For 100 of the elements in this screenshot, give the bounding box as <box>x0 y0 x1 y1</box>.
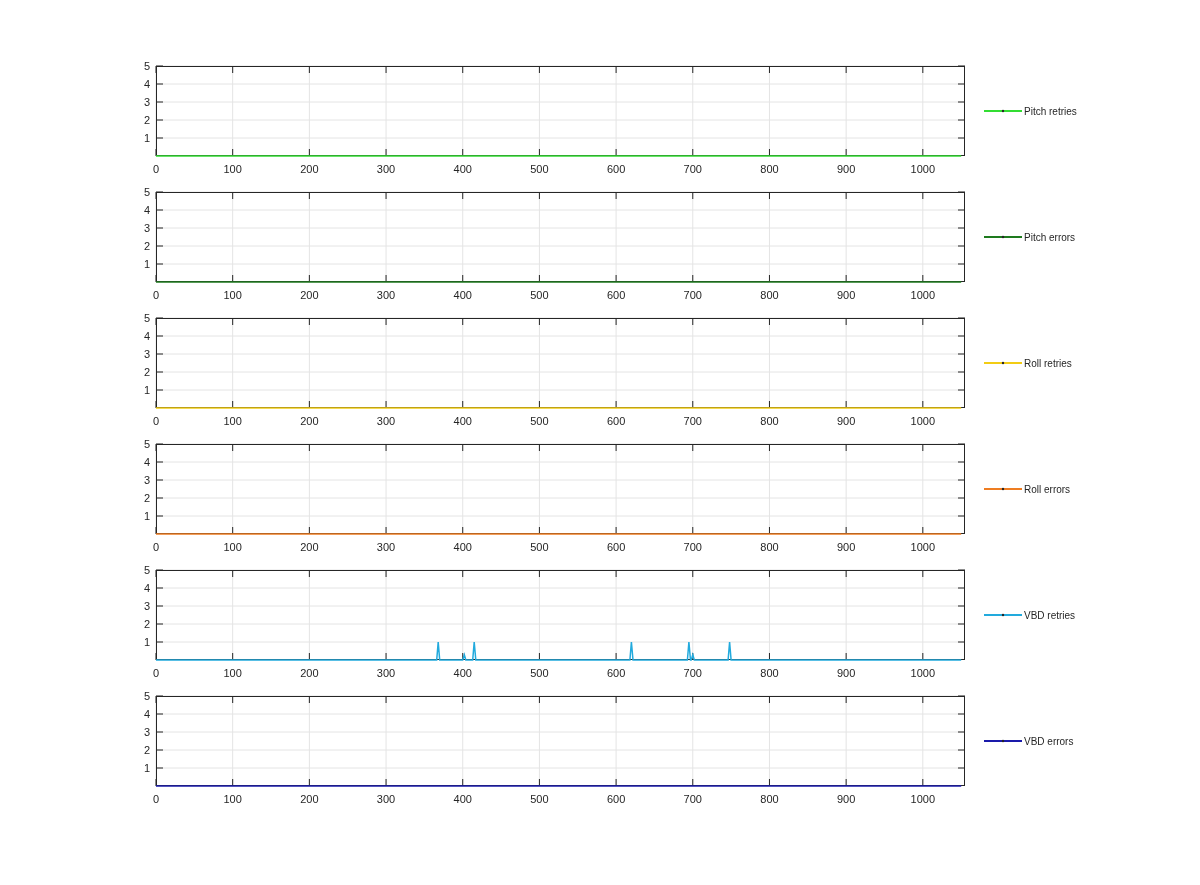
legend-label: Pitch retries <box>1024 106 1077 117</box>
legend-line-icon <box>983 235 1023 239</box>
y-tick-label: 2 <box>143 240 150 252</box>
x-tick-label: 900 <box>836 289 856 301</box>
y-tick-label: 5 <box>143 312 150 324</box>
x-tick-label: 400 <box>453 667 472 679</box>
y-tick-label: 3 <box>143 348 150 360</box>
y-tick-label: 4 <box>143 456 150 468</box>
x-tick-label: 300 <box>376 163 396 175</box>
x-tick-label: 700 <box>683 289 702 301</box>
x-tick-label: 700 <box>683 541 702 553</box>
x-tick-label: 800 <box>760 541 779 553</box>
x-tick-label: 500 <box>530 289 549 301</box>
x-tick-label: 100 <box>223 163 242 175</box>
y-tick-label: 2 <box>143 744 150 756</box>
x-tick-label: 300 <box>376 289 396 301</box>
x-tick-label: 100 <box>223 667 242 679</box>
x-tick-label: 600 <box>606 541 626 553</box>
x-tick-label: 1000 <box>910 793 936 805</box>
y-tick-label: 1 <box>143 762 150 774</box>
x-tick-label: 900 <box>836 415 856 427</box>
y-tick-label: 1 <box>143 258 150 270</box>
y-tick-label: 5 <box>143 690 150 702</box>
x-tick-label: 600 <box>606 793 626 805</box>
x-tick-label: 900 <box>836 541 856 553</box>
x-tick-label: 300 <box>376 793 396 805</box>
x-tick-label: 300 <box>376 667 396 679</box>
x-tick-label: 700 <box>683 415 702 427</box>
x-tick-label: 700 <box>683 163 702 175</box>
x-tick-label: 100 <box>223 541 242 553</box>
legend-line-icon <box>983 739 1023 743</box>
x-tick-label: 200 <box>300 793 319 805</box>
y-tick-label: 4 <box>143 582 150 594</box>
y-tick-label: 3 <box>143 96 150 108</box>
y-tick-label: 4 <box>143 708 150 720</box>
x-tick-label: 100 <box>223 793 242 805</box>
y-tick-label: 2 <box>143 366 150 378</box>
legend-line-icon <box>983 613 1023 617</box>
legend-label: VBD errors <box>1024 736 1074 747</box>
y-tick-label: 5 <box>143 438 150 450</box>
legend-label: VBD retries <box>1024 610 1076 621</box>
y-tick-label: 4 <box>143 330 150 342</box>
x-tick-label: 1000 <box>910 163 936 175</box>
x-tick-label: 200 <box>300 163 319 175</box>
legend-label: Pitch errors <box>1024 232 1076 243</box>
y-tick-label: 5 <box>143 60 150 72</box>
y-tick-label: 1 <box>143 510 150 522</box>
x-tick-label: 0 <box>152 163 160 175</box>
x-tick-label: 800 <box>760 163 779 175</box>
x-tick-label: 1000 <box>910 541 936 553</box>
x-tick-label: 200 <box>300 667 319 679</box>
x-tick-label: 800 <box>760 667 779 679</box>
y-tick-label: 4 <box>143 204 150 216</box>
x-tick-label: 900 <box>836 793 856 805</box>
legend-line-icon <box>983 109 1023 113</box>
x-tick-label: 100 <box>223 415 242 427</box>
x-tick-label: 500 <box>530 541 549 553</box>
x-tick-label: 0 <box>152 541 160 553</box>
x-tick-label: 400 <box>453 415 472 427</box>
x-tick-label: 0 <box>152 667 160 679</box>
y-tick-label: 2 <box>143 492 150 504</box>
x-tick-label: 400 <box>453 793 472 805</box>
legend-line-icon <box>983 487 1023 491</box>
x-tick-label: 400 <box>453 163 472 175</box>
x-tick-label: 800 <box>760 793 779 805</box>
x-tick-label: 1000 <box>910 667 936 679</box>
x-tick-label: 0 <box>152 289 160 301</box>
legend-label: Roll errors <box>1024 484 1071 495</box>
y-tick-label: 5 <box>143 186 150 198</box>
x-tick-label: 700 <box>683 793 702 805</box>
x-tick-label: 0 <box>152 793 160 805</box>
y-tick-label: 1 <box>143 384 150 396</box>
y-tick-label: 3 <box>143 474 150 486</box>
x-tick-label: 200 <box>300 415 319 427</box>
x-tick-label: 200 <box>300 541 319 553</box>
y-tick-label: 3 <box>143 600 150 612</box>
y-tick-label: 3 <box>143 726 150 738</box>
x-tick-label: 500 <box>530 415 549 427</box>
y-tick-label: 4 <box>143 78 150 90</box>
y-tick-label: 1 <box>143 636 150 648</box>
x-tick-label: 200 <box>300 289 319 301</box>
y-tick-label: 2 <box>143 114 150 126</box>
x-tick-label: 300 <box>376 541 396 553</box>
x-tick-label: 800 <box>760 415 779 427</box>
x-tick-label: 400 <box>453 541 472 553</box>
x-tick-label: 500 <box>530 667 549 679</box>
x-tick-label: 900 <box>836 163 856 175</box>
x-tick-label: 0 <box>152 415 160 427</box>
y-tick-label: 3 <box>143 222 150 234</box>
x-tick-label: 600 <box>606 289 626 301</box>
y-tick-label: 2 <box>143 618 150 630</box>
x-tick-label: 500 <box>530 793 549 805</box>
x-tick-label: 600 <box>606 163 626 175</box>
x-tick-label: 600 <box>606 667 626 679</box>
x-tick-label: 1000 <box>910 289 936 301</box>
y-tick-label: 5 <box>143 564 150 576</box>
legend-line-icon <box>983 361 1023 365</box>
x-tick-label: 600 <box>606 415 626 427</box>
legend-label: Roll retries <box>1024 358 1072 369</box>
x-tick-label: 500 <box>530 163 549 175</box>
